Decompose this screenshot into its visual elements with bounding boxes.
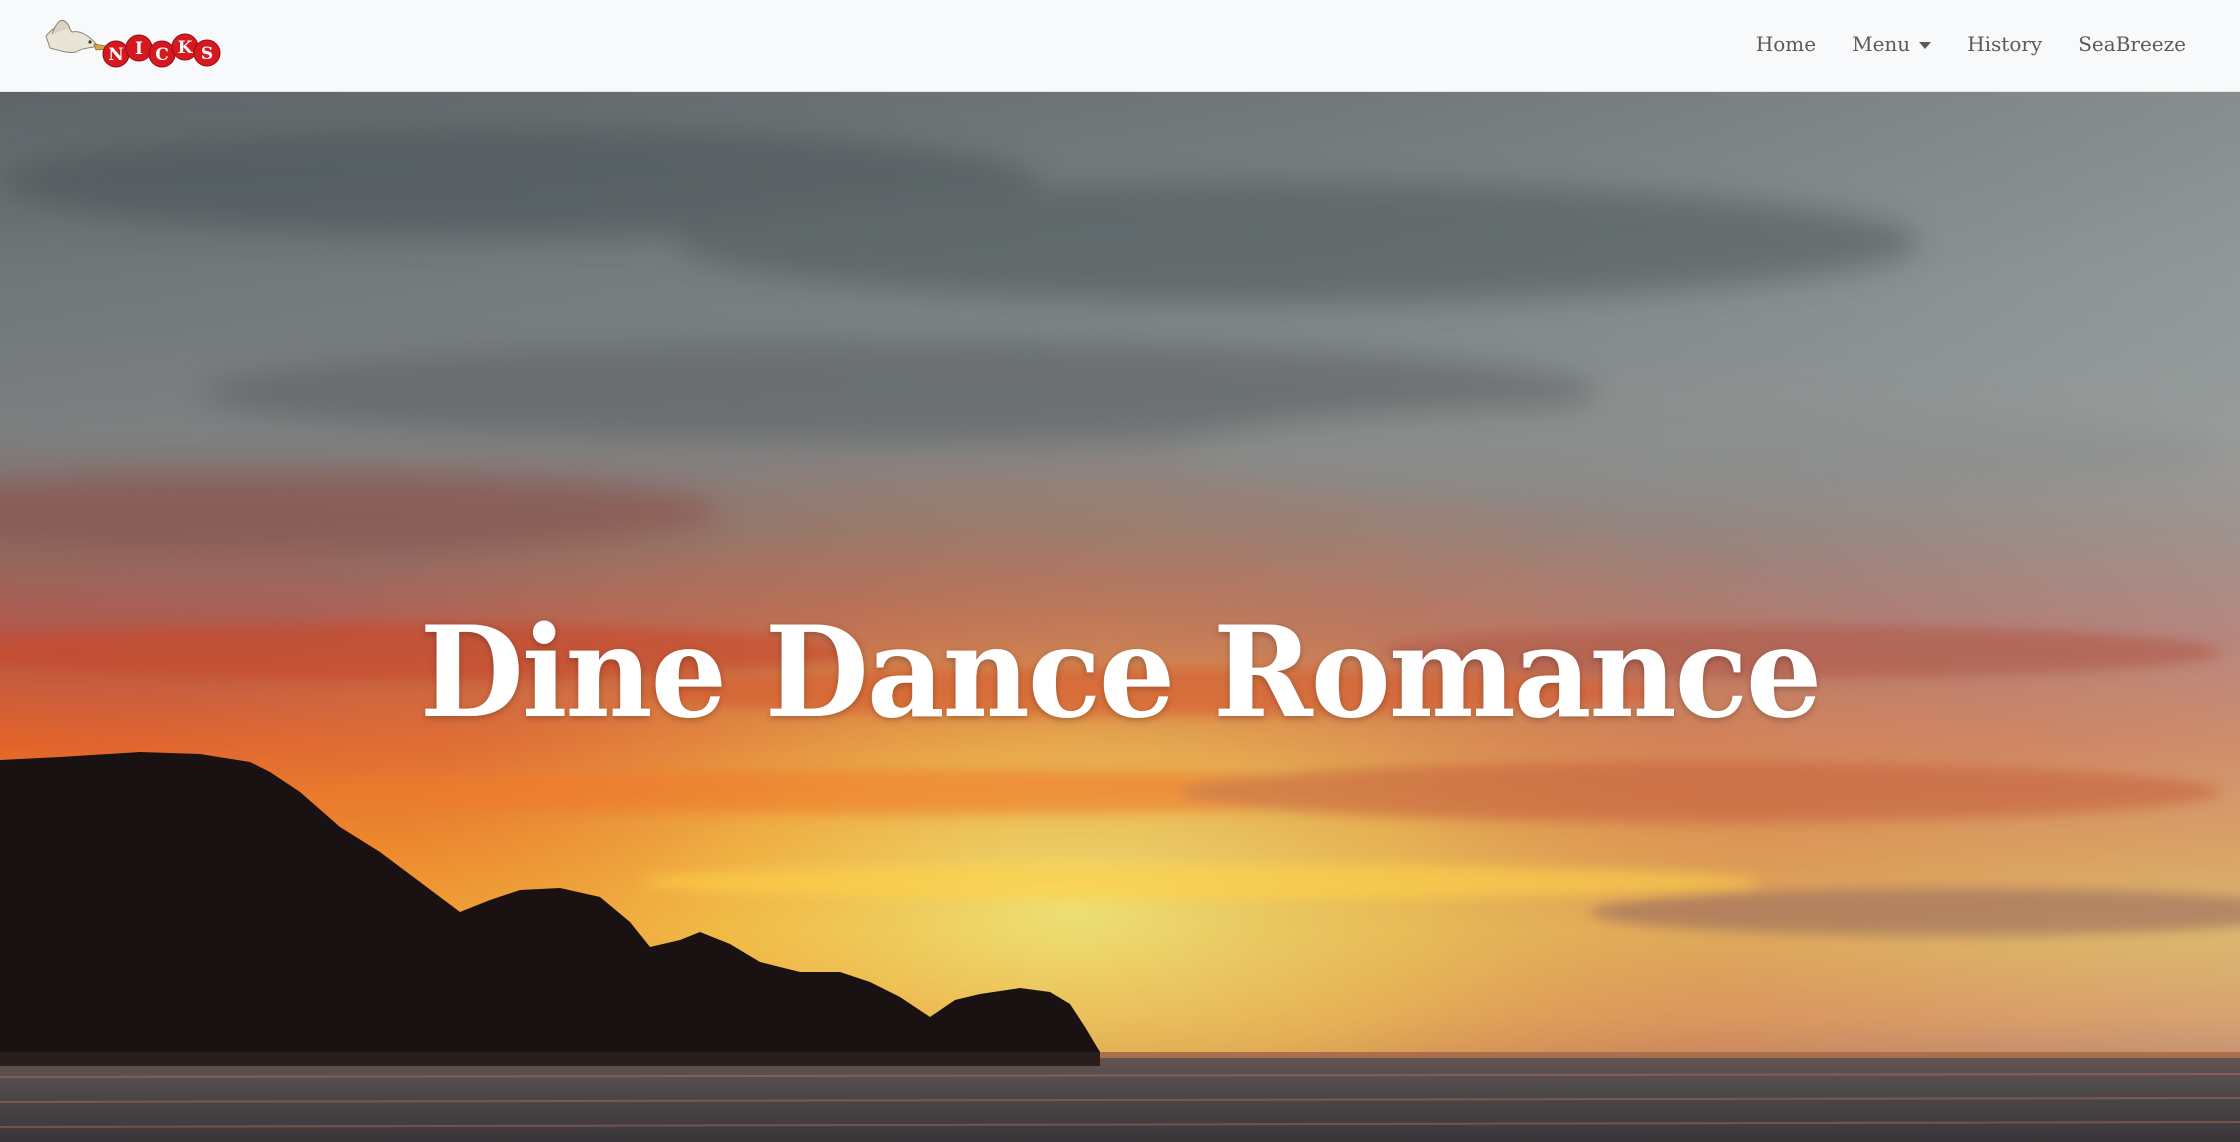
hero-section: Dine Dance Romance bbox=[0, 92, 2240, 1142]
logo-letter: I bbox=[135, 39, 143, 59]
nav-home-label: Home bbox=[1755, 32, 1817, 56]
navbar: N I C K S Home Menu History SeaBreeze bbox=[0, 0, 2240, 92]
hero-heading: Dine Dance Romance bbox=[419, 598, 1822, 747]
nav-history-label: History bbox=[1967, 32, 2043, 56]
nav-menu-label: Menu bbox=[1852, 32, 1911, 56]
logo-letter: K bbox=[178, 38, 194, 58]
logo-letter: S bbox=[201, 44, 213, 64]
logo-letter: N bbox=[108, 45, 124, 65]
nav-links: Home Menu History SeaBreeze bbox=[1738, 0, 2204, 88]
nav-seabreeze[interactable]: SeaBreeze bbox=[2060, 0, 2204, 88]
logo-letter: C bbox=[155, 45, 169, 65]
nav-menu-dropdown[interactable]: Menu bbox=[1834, 0, 1949, 88]
nav-home[interactable]: Home bbox=[1738, 0, 1834, 88]
nav-seabreeze-label: SeaBreeze bbox=[2078, 32, 2186, 56]
pelican-logo-icon: N I C K S bbox=[45, 19, 221, 68]
caret-down-icon bbox=[1919, 41, 1932, 49]
nav-history[interactable]: History bbox=[1949, 0, 2060, 88]
brand-logo[interactable]: N I C K S bbox=[42, 14, 222, 70]
